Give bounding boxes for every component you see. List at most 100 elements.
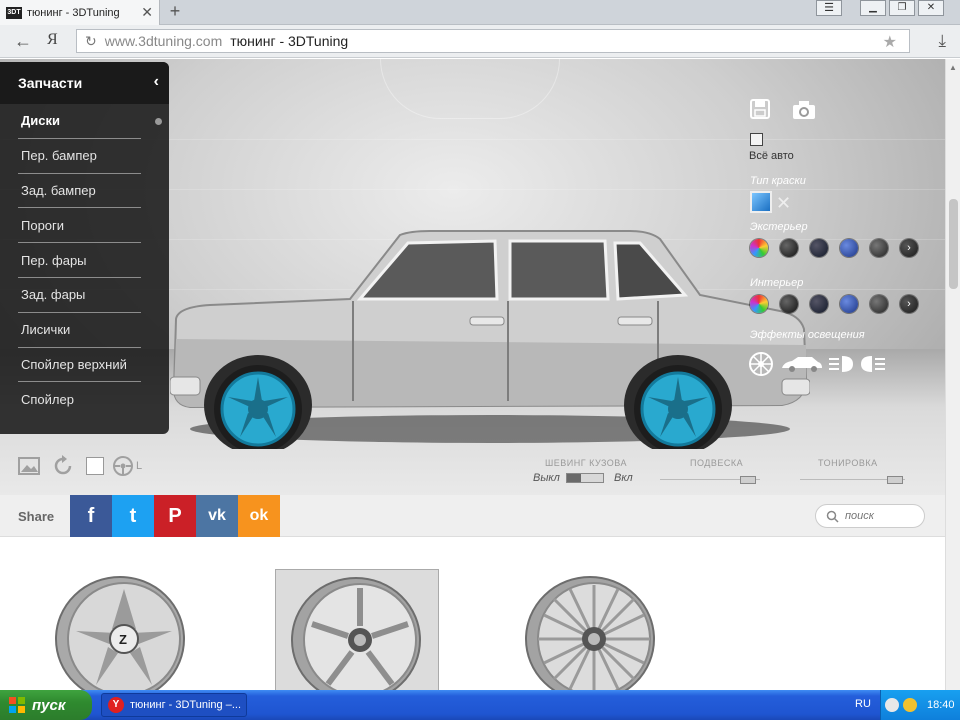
twitter-share-button[interactable]: t [112,495,154,537]
body-shaving-label: Шевинг кузова [545,458,628,468]
tray-app-icon[interactable] [885,698,899,712]
part-item-rear-bumper[interactable]: Зад. бампер [18,174,141,209]
interior-swatches: › [750,295,930,313]
tab-close-icon[interactable]: ✕ [141,5,153,19]
all-cars-checkbox[interactable] [750,133,763,146]
car-underglow-icon[interactable] [780,354,824,374]
headlight-on-icon[interactable] [828,355,854,373]
wheel-light-icon[interactable] [748,351,774,377]
yandex-logo-icon[interactable]: Я [47,31,58,49]
wheel-option-card-selected[interactable] [275,569,439,690]
tint-label: Тонировка [818,458,878,468]
facebook-icon: f [87,504,95,527]
address-bar[interactable]: ↻ www.3dtuning.com тюнинг - 3DTuning ★ [76,29,910,53]
vk-share-button[interactable]: vk [196,495,238,537]
interior-color-palette-swatch[interactable] [750,295,768,313]
close-window-button[interactable]: ✕ [918,0,944,16]
part-item-spoiler[interactable]: Спойлер [18,382,141,417]
restore-button[interactable]: ❐ [889,0,915,16]
part-item-label: Зад. бампер [21,182,96,198]
exterior-next-arrow-icon[interactable]: › [900,239,918,257]
suspension-slider-knob[interactable] [740,476,756,484]
bookmark-star-icon[interactable]: ★ [883,32,897,52]
front-wheel [214,365,302,449]
body-shaving-toggle[interactable] [566,473,604,483]
paint-type-matte-icon[interactable]: ✕ [776,193,791,214]
steering-wheel-icon[interactable] [112,455,134,477]
facebook-share-button[interactable]: f [70,495,112,537]
page-scrollbar[interactable]: ▲ [945,59,960,690]
tuning-stage: Запчасти ‹ Диски Пер. бампер Зад. бампер… [0,59,945,495]
background-image-icon[interactable] [18,455,40,477]
share-label: Share [18,509,55,524]
part-item-headlights[interactable]: Пер. фары [18,243,141,278]
part-item-label: Диски [21,113,60,129]
lighting-effects-row [748,351,886,377]
watermark-logo [380,59,560,119]
new-tab-button[interactable]: + [165,1,185,22]
collapse-chevron-icon[interactable]: ‹ [154,73,159,91]
search-input[interactable] [845,510,915,522]
download-icon[interactable]: ⤓ [938,31,946,51]
toggle-knob [567,474,581,482]
interior-color-swatch[interactable] [780,295,798,313]
back-arrow-icon[interactable]: ← [14,31,32,52]
exterior-color-swatch[interactable] [810,239,828,257]
tab-title: тюнинг - 3DTuning [27,6,120,19]
language-indicator[interactable]: RU [855,698,871,710]
odnoklassniki-share-button[interactable]: ok [238,495,280,537]
exterior-color-swatch[interactable] [870,239,888,257]
car-preview[interactable] [170,229,810,449]
part-item-wheels[interactable]: Диски [18,104,162,139]
interior-color-swatch[interactable] [840,295,858,313]
part-item-side-skirts[interactable]: Пороги [18,208,141,244]
start-button[interactable]: пуск [0,690,92,720]
exterior-color-palette-swatch[interactable] [750,239,768,257]
taskbar-browser-item[interactable]: Y тюнинг - 3DTuning –... [101,693,247,717]
pinterest-share-button[interactable]: P [154,495,196,537]
reload-icon[interactable]: ↻ [85,33,97,50]
tray-security-icon[interactable] [903,698,917,712]
background-color-swatch[interactable] [86,457,104,475]
stage-tools: L [18,455,142,477]
tab-strip: 3DT тюнинг - 3DTuning ✕ + ☰ ▁ ❐ ✕ [0,0,960,25]
part-item-label: Зад. фары [21,287,86,303]
toggle-on-label: Вкл [614,472,633,484]
odnoklassniki-icon: ok [249,507,269,524]
interior-label: Интерьер [750,277,804,289]
part-item-front-bumper[interactable]: Пер. бампер [18,139,141,174]
wheel-option-image: Z [55,576,185,690]
browser-tab[interactable]: 3DT тюнинг - 3DTuning ✕ [0,0,160,25]
camera-icon[interactable] [792,100,816,120]
part-item-taillights[interactable]: Зад. фары [18,278,141,313]
headlight-low-icon[interactable] [860,355,886,373]
save-icon[interactable] [750,99,770,119]
rotate-icon[interactable] [52,455,74,477]
start-label: пуск [32,696,66,714]
tint-slider-knob[interactable] [887,476,903,484]
part-item-roof-spoiler[interactable]: Спойлер верхний [18,348,141,383]
interior-next-arrow-icon[interactable]: › [900,295,918,313]
scroll-up-arrow-icon[interactable]: ▲ [949,63,957,72]
wheel-option-card[interactable] [510,569,674,690]
part-search-box[interactable] [815,504,925,528]
part-item-fog-lights[interactable]: Лисички [18,313,141,348]
exterior-color-swatch[interactable] [840,239,858,257]
exterior-color-swatch[interactable] [780,239,798,257]
scroll-thumb[interactable] [949,199,958,289]
minimize-button[interactable]: ▁ [860,0,886,16]
url-page-title: тюнинг - 3DTuning [230,33,349,49]
wheel-option-card[interactable]: Z [40,569,204,690]
interior-color-swatch[interactable] [810,295,828,313]
search-icon [826,510,839,523]
pinterest-icon: P [168,504,182,527]
share-bar: Share f t P vk ok [0,495,945,537]
paint-type-label: Тип краски [750,175,806,187]
twitter-icon: t [129,504,137,527]
interior-color-swatch[interactable] [870,295,888,313]
browser-menu-button[interactable]: ☰ [816,0,842,16]
browser-toolbar: ← Я ↻ www.3dtuning.com тюнинг - 3DTuning… [0,25,960,58]
part-item-label: Пер. фары [21,252,87,268]
url-domain: www.3dtuning.com [104,33,223,49]
paint-type-glossy-button[interactable] [750,191,772,213]
